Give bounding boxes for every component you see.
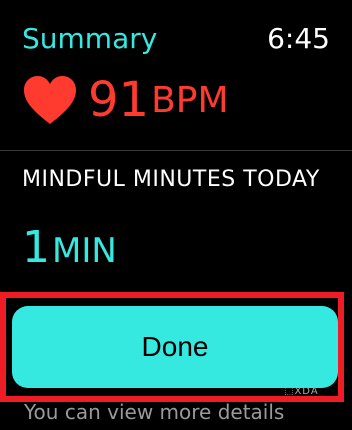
- mindful-minutes-unit: MIN: [52, 231, 117, 271]
- done-button[interactable]: Done: [12, 306, 338, 388]
- heart-rate-value: 91: [88, 72, 150, 128]
- done-button-label: Done: [141, 331, 209, 362]
- footer-text: You can view more details: [24, 400, 285, 424]
- heart-icon: [24, 76, 76, 124]
- mindful-minutes-label: MINDFUL MINUTES TODAY: [22, 167, 320, 192]
- mindful-minutes-value: 1: [22, 222, 50, 273]
- status-bar: Summary 6:45: [22, 22, 330, 58]
- clock: 6:45: [267, 22, 330, 55]
- heart-rate-unit: BPM: [151, 79, 229, 121]
- watermark: ⬚XDA: [284, 386, 319, 397]
- page-title: Summary: [22, 22, 158, 55]
- mindful-minutes-value-row: 1 MIN: [22, 222, 117, 273]
- divider: [0, 150, 352, 151]
- heart-rate-row: 91 BPM: [22, 70, 229, 130]
